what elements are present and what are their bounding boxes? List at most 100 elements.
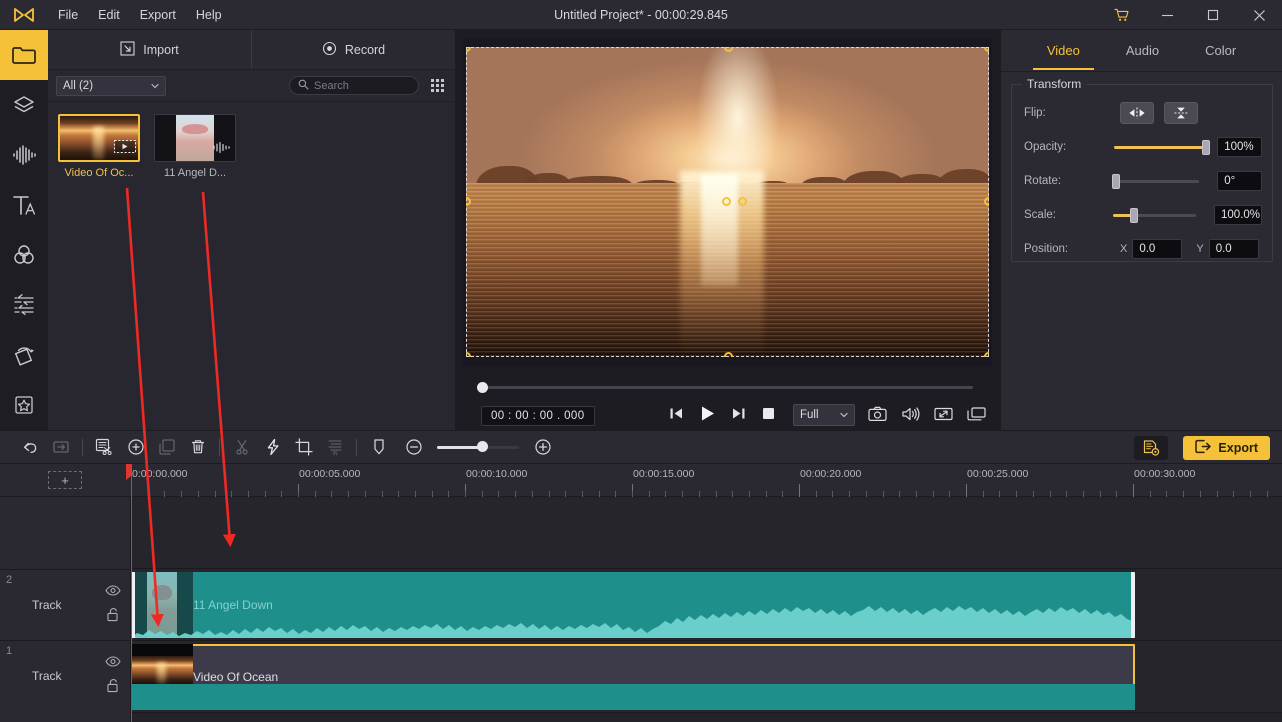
scale-row: Scale: 100.0% <box>1024 203 1262 227</box>
zoom-in-icon[interactable] <box>527 430 558 464</box>
track-headers: 2 Track 1 Track <box>0 497 131 722</box>
timeline-clip-angel-down[interactable]: 11 Angel Down <box>131 572 1135 638</box>
quality-select[interactable]: Full <box>793 404 855 426</box>
tab-record[interactable]: Record <box>251 30 455 69</box>
grid-view-icon[interactable] <box>427 76 447 96</box>
rail-item-favorites[interactable] <box>0 380 48 430</box>
ruler-label-3: 00:00:15.000 <box>633 468 694 480</box>
media-filter-select[interactable]: All (2) <box>56 76 166 96</box>
menu-item-file[interactable]: File <box>48 4 88 26</box>
rail-item-audio[interactable] <box>0 130 48 180</box>
search-input[interactable] <box>314 80 410 92</box>
app-logo-icon <box>0 0 48 30</box>
center-pivot-handle[interactable] <box>738 197 747 206</box>
stop-icon[interactable] <box>761 406 776 426</box>
marker-button[interactable] <box>363 430 394 464</box>
copy-button[interactable] <box>151 430 182 464</box>
media-item-grid: Video Of Oc... 11 An <box>48 102 455 191</box>
quality-value: Full <box>800 409 819 421</box>
cut-button[interactable] <box>226 430 257 464</box>
delete-button[interactable] <box>182 430 213 464</box>
split-button[interactable] <box>89 430 120 464</box>
resize-handle-br[interactable] <box>984 352 989 357</box>
menu-item-export[interactable]: Export <box>130 4 186 26</box>
timeline-ruler[interactable]: 0:00:00.000 00:00:05.000 00:00:10.000 00… <box>131 464 1282 497</box>
resize-handle-bc[interactable] <box>724 352 733 357</box>
unlock-icon[interactable] <box>106 678 120 698</box>
add-track-button[interactable]: + <box>48 471 82 489</box>
play-icon[interactable] <box>698 404 717 428</box>
scale-value[interactable]: 100.0% <box>1214 205 1262 225</box>
seek-knob[interactable] <box>477 382 488 393</box>
caption-button[interactable]: IN <box>319 430 350 464</box>
tab-import[interactable]: Import <box>48 30 251 69</box>
transport-controls: 00 : 00 : 00 . 000 Full <box>463 402 992 430</box>
tab-audio[interactable]: Audio <box>1120 33 1165 69</box>
speed-button[interactable] <box>257 430 288 464</box>
empty-track-lane[interactable] <box>0 497 1282 569</box>
expand-icon[interactable] <box>934 406 953 427</box>
tab-video[interactable]: Video <box>1041 33 1086 69</box>
add-marker-button[interactable] <box>120 430 151 464</box>
redo-button[interactable] <box>45 430 76 464</box>
maximize-button[interactable] <box>1190 0 1236 30</box>
position-x-input[interactable]: 0.0 <box>1132 239 1182 259</box>
camera-icon[interactable] <box>868 406 887 427</box>
step-forward-icon[interactable] <box>731 406 747 426</box>
rotate-slider[interactable] <box>1114 180 1199 183</box>
transform-group: Transform Flip: Opacity: <box>1011 84 1273 262</box>
crop-button[interactable] <box>288 430 319 464</box>
clip-audio-band <box>131 684 1135 710</box>
chevron-down-icon <box>839 410 849 423</box>
speaker-icon[interactable] <box>901 406 920 427</box>
timeline-clip-video-of-ocean[interactable]: Video Of Ocean <box>131 644 1135 710</box>
media-search-box[interactable] <box>289 76 419 95</box>
project-settings-icon[interactable] <box>1134 436 1168 460</box>
rail-item-motion[interactable] <box>0 330 48 380</box>
track-header-1[interactable]: 1 Track <box>0 641 131 711</box>
media-library-panel: Import Record All (2) <box>48 30 455 430</box>
menu-item-help[interactable]: Help <box>186 4 232 26</box>
video-editor-window: File Edit Export Help Untitled Project* … <box>0 0 1282 722</box>
track-header-2[interactable]: 2 Track <box>0 569 131 641</box>
position-y-input[interactable]: 0.0 <box>1209 239 1259 259</box>
seek-bar[interactable] <box>481 386 973 389</box>
timeline-zoom-slider[interactable] <box>437 446 519 449</box>
menu-item-edit[interactable]: Edit <box>88 4 130 26</box>
unlock-icon[interactable] <box>106 607 120 627</box>
opacity-slider[interactable] <box>1114 146 1199 149</box>
close-button[interactable] <box>1236 0 1282 30</box>
step-backward-icon[interactable] <box>668 406 684 426</box>
preview-video-frame[interactable] <box>466 47 989 357</box>
media-filter-bar: All (2) <box>48 70 455 102</box>
playhead[interactable] <box>131 464 132 722</box>
rail-item-transitions[interactable] <box>0 280 48 330</box>
export-button[interactable]: Export <box>1183 436 1270 460</box>
media-item-angel-down[interactable]: 11 Angel D... <box>154 114 236 179</box>
title-bar: File Edit Export Help Untitled Project* … <box>0 0 1282 30</box>
tab-color[interactable]: Color <box>1199 33 1242 69</box>
zoom-out-icon[interactable] <box>398 430 429 464</box>
undo-button[interactable] <box>14 430 45 464</box>
duplicate-window-icon[interactable] <box>967 406 986 427</box>
rail-item-media-folder[interactable] <box>0 30 48 80</box>
media-item-video-of-ocean[interactable]: Video Of Oc... <box>58 114 140 179</box>
center-anchor-handle[interactable] <box>722 197 731 206</box>
rotate-value[interactable]: 0° <box>1217 171 1262 191</box>
rail-item-effects[interactable] <box>0 80 48 130</box>
flip-horizontal-icon[interactable] <box>1120 102 1154 124</box>
resize-handle-mr[interactable] <box>984 197 989 206</box>
track-number: 2 <box>6 574 12 586</box>
scale-slider[interactable] <box>1113 214 1196 217</box>
rail-item-titles[interactable] <box>0 180 48 230</box>
ruler-label-2: 00:00:10.000 <box>466 468 527 480</box>
cart-icon[interactable] <box>1098 0 1144 30</box>
minimize-button[interactable] <box>1144 0 1190 30</box>
eye-icon[interactable] <box>105 654 121 672</box>
flip-vertical-icon[interactable] <box>1164 102 1198 124</box>
rotate-label: Rotate: <box>1024 175 1080 187</box>
opacity-value[interactable]: 100% <box>1217 137 1262 157</box>
opacity-row: Opacity: 100% <box>1024 135 1262 159</box>
rail-item-filters[interactable] <box>0 230 48 280</box>
eye-icon[interactable] <box>105 583 121 601</box>
